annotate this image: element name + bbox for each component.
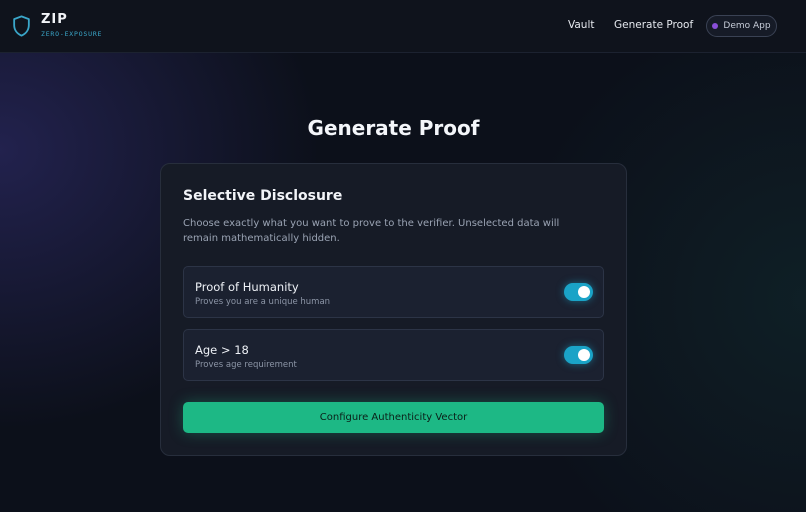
card-description: Choose exactly what you want to prove to… — [183, 218, 560, 244]
toggle-knob — [578, 349, 590, 361]
page-title: Generate Proof — [307, 116, 480, 140]
nav-generate-proof-link[interactable]: Generate Proof — [614, 19, 693, 31]
humanity-toggle[interactable] — [564, 283, 593, 301]
status-dot-icon — [712, 23, 719, 29]
option-age-over-18[interactable]: Age > 18 Proves age requirement — [183, 329, 604, 381]
option-subtitle: Proves age requirement — [195, 360, 297, 370]
demo-app-label: Demo App — [723, 21, 771, 31]
option-proof-of-humanity[interactable]: Proof of Humanity Proves you are a uniqu… — [183, 266, 604, 318]
card-title: Selective Disclosure — [183, 188, 343, 204]
brand-title[interactable]: ZIP — [41, 12, 68, 27]
option-subtitle: Proves you are a unique human — [195, 297, 331, 307]
brand-subtitle: ZERO-EXPOSURE — [41, 30, 103, 38]
configure-authenticity-vector-button[interactable]: Configure Authenticity Vector — [183, 402, 604, 433]
selective-disclosure-card: Selective Disclosure Choose exactly what… — [160, 163, 627, 456]
option-title: Age > 18 — [195, 343, 249, 357]
shield-icon[interactable] — [12, 15, 31, 37]
toggle-knob — [578, 286, 590, 298]
option-title: Proof of Humanity — [195, 280, 299, 294]
top-navbar: ZIP ZERO-EXPOSURE Vault Generate Proof D… — [0, 0, 806, 53]
nav-vault-link[interactable]: Vault — [568, 19, 595, 31]
demo-app-button[interactable]: Demo App — [706, 15, 777, 37]
age-toggle[interactable] — [564, 346, 593, 364]
